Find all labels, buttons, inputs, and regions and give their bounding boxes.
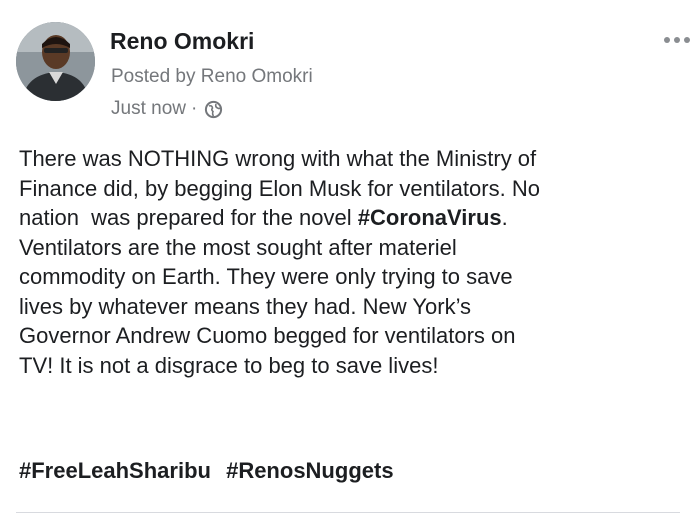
post-timestamp[interactable]: Just now [111, 98, 186, 120]
post-body-line: commodity on Earth. They were only tryin… [19, 264, 513, 289]
post-body-text: . [501, 205, 508, 230]
post-body-line: There was NOTHING wrong with what the Mi… [19, 146, 537, 171]
post-body-line: TV! It is not a disgrace to beg to save … [19, 352, 439, 378]
facebook-post: Reno Omokri Posted by Reno Omokri Just n… [0, 0, 696, 519]
divider [16, 512, 680, 513]
post-body-line: Ventilators are the most sought after ma… [19, 234, 457, 260]
post-body-text: nation was prepared for the novel [19, 205, 358, 230]
meta-separator: · [190, 98, 198, 119]
avatar-photo-icon [16, 22, 95, 101]
post-body: There was NOTHING wrong with what the Mi… [19, 144, 689, 380]
post-meta: Just now · [111, 98, 223, 120]
more-options-icon[interactable] [664, 36, 690, 44]
posted-by-label: Posted by Reno Omokri [111, 66, 313, 87]
author-name[interactable]: Reno Omokri [110, 28, 254, 55]
hashtag-link[interactable]: #RenosNuggets [226, 458, 393, 483]
globe-icon[interactable] [204, 100, 223, 119]
post-body-line: Finance did, by begging Elon Musk for ve… [19, 175, 540, 201]
post-body-line: lives by whatever means they had. New Yo… [19, 293, 472, 319]
hashtag-link[interactable]: #FreeLeahSharibu [19, 458, 211, 483]
post-body-line: Governor Andrew Cuomo begged for ventila… [19, 323, 516, 348]
author-avatar[interactable] [16, 22, 95, 101]
post-body-line: nation was prepared for the novel #Coron… [19, 203, 689, 233]
hashtag-row: #FreeLeahSharibu #RenosNuggets [19, 458, 403, 484]
hashtag-link[interactable]: #CoronaVirus [358, 205, 502, 230]
